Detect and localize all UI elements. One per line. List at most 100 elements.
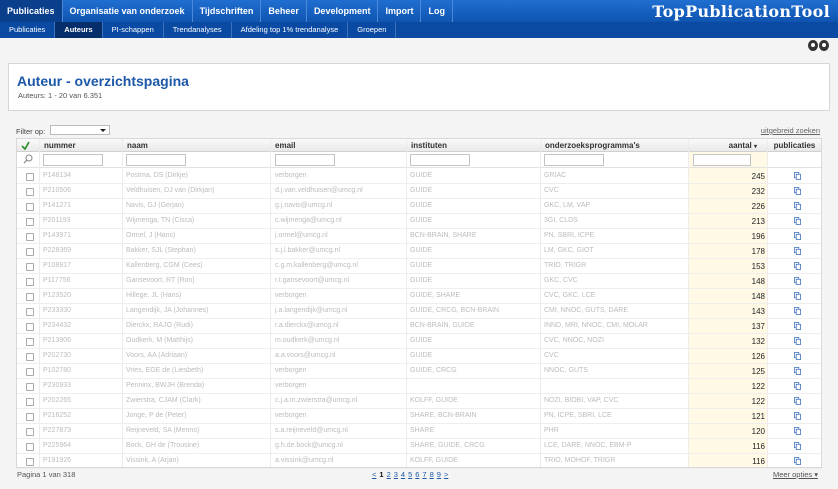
- pager-item[interactable]: 7: [422, 470, 426, 479]
- row-checkbox[interactable]: [26, 323, 34, 331]
- publications-icon[interactable]: [794, 187, 801, 195]
- pager-item[interactable]: <: [372, 470, 376, 479]
- row-checkbox[interactable]: [26, 218, 34, 226]
- filter-input-email[interactable]: [275, 154, 335, 166]
- row-checkbox[interactable]: [26, 443, 34, 451]
- cell-email[interactable]: j.ormel@umcg.nl: [275, 232, 328, 239]
- menu-item-2[interactable]: Tijdschriften: [193, 0, 262, 22]
- row-checkbox[interactable]: [26, 263, 34, 271]
- table-row[interactable]: P216252 Jonge, P de (Peter) verborgen SHARE…: [17, 409, 821, 424]
- filter-input-nummer[interactable]: [43, 154, 103, 166]
- table-row[interactable]: P210506 Veldhuisen, DJ van (Dirkjan) d.j.v…: [17, 184, 821, 199]
- cell-naam[interactable]: Bock, GH de (Trousine): [126, 442, 199, 449]
- cell-naam[interactable]: Langendijk, JA (Johannes): [126, 307, 209, 314]
- row-checkbox[interactable]: [26, 173, 34, 181]
- select-all-checkbox[interactable]: [17, 139, 39, 152]
- pager-item[interactable]: 4: [401, 470, 405, 479]
- table-row[interactable]: P227873 Reijneveld, SA (Menno) s.a.reijnev…: [17, 424, 821, 439]
- filter-input-naam[interactable]: [126, 154, 186, 166]
- cell-email[interactable]: s.j.l.bakker@umcg.nl: [275, 247, 340, 254]
- row-checkbox[interactable]: [26, 278, 34, 286]
- filter-dropdown[interactable]: [50, 125, 110, 135]
- more-options-link[interactable]: Meer opties ▾: [773, 470, 818, 479]
- cell-email[interactable]: verborgen: [275, 382, 307, 389]
- cell-naam[interactable]: Oudkerk, M (Matthijs): [126, 337, 193, 344]
- row-checkbox[interactable]: [26, 383, 34, 391]
- cell-email[interactable]: verborgen: [275, 292, 307, 299]
- cell-naam[interactable]: Penninx, BWJH (Brenda): [126, 382, 204, 389]
- pager-item[interactable]: 6: [415, 470, 419, 479]
- pager-item[interactable]: 2: [387, 470, 391, 479]
- cell-naam[interactable]: Vissink, A (Arjan): [126, 457, 179, 464]
- cell-naam[interactable]: Bakker, SJL (Stephan): [126, 247, 196, 254]
- publications-icon[interactable]: [794, 442, 801, 450]
- submenu-item-4[interactable]: Afdeling top 1% trendanalyse: [232, 22, 349, 38]
- menu-item-1[interactable]: Organisatie van onderzoek: [63, 0, 193, 22]
- pager-item[interactable]: 1: [379, 470, 383, 479]
- publications-icon[interactable]: [794, 232, 801, 240]
- menu-item-4[interactable]: Development: [307, 0, 379, 22]
- publications-icon[interactable]: [794, 172, 801, 180]
- column-header-email[interactable]: email: [270, 139, 406, 152]
- cell-email[interactable]: r.t.gansevoort@umcg.nl: [275, 277, 349, 284]
- row-checkbox[interactable]: [26, 338, 34, 346]
- publications-icon[interactable]: [794, 337, 801, 345]
- table-row[interactable]: P148134 Postma, DS (Dirkje) verborgen GUIDE…: [17, 169, 821, 184]
- cell-email[interactable]: verborgen: [275, 172, 307, 179]
- filter-input-onderzoeksprogrammas[interactable]: [544, 154, 604, 166]
- cell-naam[interactable]: Wijmenga, TN (Cisca): [126, 217, 194, 224]
- column-header-instituten[interactable]: instituten: [406, 139, 540, 152]
- cell-email[interactable]: g.j.navis@umcg.nl: [275, 202, 332, 209]
- table-row[interactable]: P225964 Bock, GH de (Trousine) g.h.de.bock…: [17, 439, 821, 454]
- cell-email[interactable]: d.j.van.veldhuisen@umcg.nl: [275, 187, 363, 194]
- column-header-naam[interactable]: naam: [122, 139, 270, 152]
- table-row[interactable]: P213906 Oudkerk, M (Matthijs) m.oudkerk@um…: [17, 334, 821, 349]
- row-checkbox[interactable]: [26, 203, 34, 211]
- cell-naam[interactable]: Reijneveld, SA (Menno): [126, 427, 200, 434]
- table-row[interactable]: P123520 Hillege, JL (Hans) verborgen GUIDE,…: [17, 289, 821, 304]
- row-checkbox[interactable]: [26, 353, 34, 361]
- cell-email[interactable]: j.a.langendijk@umcg.nl: [275, 307, 347, 314]
- table-row[interactable]: P202265 Zwierstra, CJAM (Clark) c.j.a.m.zw…: [17, 394, 821, 409]
- table-row[interactable]: P201193 Wijmenga, TN (Cisca) c.wijmenga@um…: [17, 214, 821, 229]
- row-checkbox[interactable]: [26, 413, 34, 421]
- table-row[interactable]: P191926 Vissink, A (Arjan) a.vissink@umcg.…: [17, 454, 821, 469]
- publications-icon[interactable]: [794, 292, 801, 300]
- publications-icon[interactable]: [794, 382, 801, 390]
- table-row[interactable]: P233330 Langendijk, JA (Johannes) j.a.lang…: [17, 304, 821, 319]
- pager-item[interactable]: >: [444, 470, 448, 479]
- submenu-item-3[interactable]: Trendanalyses: [164, 22, 232, 38]
- publications-icon[interactable]: [794, 457, 801, 465]
- cell-naam[interactable]: Gansevoort, RT (Ron): [126, 277, 195, 284]
- filter-input-aantal[interactable]: [693, 154, 751, 166]
- publications-icon[interactable]: [794, 427, 801, 435]
- publications-icon[interactable]: [794, 367, 801, 375]
- cell-naam[interactable]: Hillege, JL (Hans): [126, 292, 181, 299]
- cell-email[interactable]: a.vissink@umcg.nl: [275, 457, 333, 464]
- table-row[interactable]: P202730 Voors, AA (Adriaan) a.a.voors@umcg…: [17, 349, 821, 364]
- column-header-nummer[interactable]: nummer: [39, 139, 122, 152]
- cell-email[interactable]: a.a.voors@umcg.nl: [275, 352, 335, 359]
- table-row[interactable]: P143971 Ormel, J (Hans) j.ormel@umcg.nl BCN…: [17, 229, 821, 244]
- publications-icon[interactable]: [794, 412, 801, 420]
- row-checkbox[interactable]: [26, 398, 34, 406]
- row-checkbox[interactable]: [26, 368, 34, 376]
- cell-email[interactable]: c.g.m.kallenberg@umcg.nl: [275, 262, 358, 269]
- pager-item[interactable]: 5: [408, 470, 412, 479]
- cell-naam[interactable]: Voors, AA (Adriaan): [126, 352, 187, 359]
- menu-item-5[interactable]: Import: [378, 0, 422, 22]
- row-checkbox[interactable]: [26, 428, 34, 436]
- cell-naam[interactable]: Zwierstra, CJAM (Clark): [126, 397, 201, 404]
- row-checkbox[interactable]: [26, 188, 34, 196]
- column-header-onderzoeksprogrammas[interactable]: onderzoeksprogramma's: [540, 139, 688, 152]
- cell-email[interactable]: c.j.a.m.zwierstra@umcg.nl: [275, 397, 357, 404]
- pager-item[interactable]: 8: [430, 470, 434, 479]
- cell-naam[interactable]: Postma, DS (Dirkje): [126, 172, 188, 179]
- cell-naam[interactable]: Jonge, P de (Peter): [126, 412, 187, 419]
- cell-naam[interactable]: Kallenberg, CGM (Cees): [126, 262, 203, 269]
- menu-item-0[interactable]: Publicaties: [0, 0, 63, 22]
- cell-email[interactable]: g.h.de.bock@umcg.nl: [275, 442, 343, 449]
- submenu-item-5[interactable]: Groepen: [348, 22, 397, 38]
- table-row[interactable]: P117756 Gansevoort, RT (Ron) r.t.gansevoor…: [17, 274, 821, 289]
- publications-icon[interactable]: [794, 307, 801, 315]
